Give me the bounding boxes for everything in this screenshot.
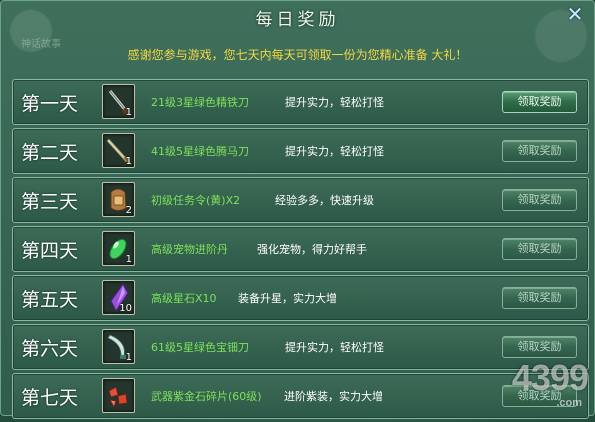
item-name: 41级5星绿色腾马刀 <box>151 145 249 158</box>
item-description: 强化宠物，得力好帮手 <box>257 243 367 256</box>
dialog-subtitle: 感谢您参与游戏，您七天内每天可领取一份为您精心准备 大礼！ <box>127 48 468 62</box>
item-quantity: 1 <box>125 352 132 363</box>
reward-row-day-2: 第二天 1 41级5星绿色腾马刀 提升实力，轻松打怪 领取奖励 <box>12 128 589 174</box>
day-label: 第二天 <box>21 142 79 164</box>
reward-row-day-1: 第一天 1 21级3星绿色精铁刀 提升实力，轻松打怪 领取奖励 <box>12 79 589 125</box>
day-label: 第一天 <box>21 93 79 115</box>
item-quantity: 1 <box>125 156 132 167</box>
item-slot[interactable]: 2 <box>102 182 135 217</box>
reward-list: 第一天 1 21级3星绿色精铁刀 提升实力，轻松打怪 领取奖励 第二天 1 41… <box>12 79 589 422</box>
item-slot[interactable]: 1 <box>102 133 135 168</box>
day-label: 第四天 <box>21 240 79 262</box>
claim-reward-button[interactable]: 领取奖励 <box>502 287 577 309</box>
item-description: 经验多多，快速升级 <box>275 194 374 207</box>
reward-row-day-5: 第五天 10 高级星石X10 装备升星，实力大增 领取奖励 <box>12 275 589 321</box>
item-name: 武器紫金石碎片(60级) <box>151 390 262 403</box>
item-slot[interactable]: 1 <box>102 231 135 266</box>
day-label: 第三天 <box>21 191 79 213</box>
claim-reward-button[interactable]: 领取奖励 <box>502 385 577 407</box>
reward-row-day-6: 第六天 1 61级5星绿色宝钿刀 提升实力，轻松打怪 领取奖励 <box>12 324 589 370</box>
day-label: 第六天 <box>21 338 79 360</box>
item-name: 高级宠物进阶丹 <box>151 243 228 256</box>
claim-reward-button[interactable]: 领取奖励 <box>502 91 577 113</box>
reward-row-day-3: 第三天 2 初级任务令(黄)X2 经验多多，快速升级 领取奖励 <box>12 177 589 223</box>
item-description: 装备升星，实力大增 <box>238 292 337 305</box>
item-slot[interactable]: 1 <box>102 84 135 119</box>
item-description: 进阶紫装，实力大增 <box>284 390 383 403</box>
item-quantity: 10 <box>119 303 132 314</box>
reward-row-day-4: 第四天 1 高级宠物进阶丹 强化宠物，得力好帮手 领取奖励 <box>12 226 589 272</box>
item-name: 61级5星绿色宝钿刀 <box>151 341 249 354</box>
item-description: 提升实力，轻松打怪 <box>285 96 384 109</box>
item-slot[interactable]: 1 <box>102 329 135 364</box>
item-name: 初级任务令(黄)X2 <box>151 194 241 207</box>
item-slot[interactable]: 10 <box>102 280 135 315</box>
claim-reward-button[interactable]: 领取奖励 <box>502 140 577 162</box>
day-label: 第五天 <box>21 289 79 311</box>
item-quantity: 2 <box>125 205 132 216</box>
item-name: 高级星石X10 <box>151 292 217 305</box>
dialog-title: 每日奖励 <box>255 10 340 30</box>
red-stone-shards-icon <box>108 386 128 408</box>
claim-reward-button[interactable]: 领取奖励 <box>502 189 577 211</box>
day-label: 第七天 <box>21 387 79 409</box>
item-quantity: 1 <box>125 107 132 118</box>
close-icon[interactable]: ✕ <box>564 4 586 26</box>
item-description: 提升实力，轻松打怪 <box>285 341 384 354</box>
item-slot[interactable] <box>102 378 135 413</box>
reward-row-day-7: 第七天 武器紫金石碎片(60级) 进阶紫装，实力大增 领取奖励 <box>12 373 589 419</box>
daily-reward-dialog: 每日奖励 ✕ 神话故事 感谢您参与游戏，您七天内每天可领取一份为您精心准备 大礼… <box>0 0 595 419</box>
claim-reward-button[interactable]: 领取奖励 <box>502 238 577 260</box>
item-name: 21级3星绿色精铁刀 <box>151 96 249 109</box>
claim-reward-button[interactable]: 领取奖励 <box>502 336 577 358</box>
item-quantity: 1 <box>125 254 132 265</box>
item-description: 提升实力，轻松打怪 <box>285 145 384 158</box>
